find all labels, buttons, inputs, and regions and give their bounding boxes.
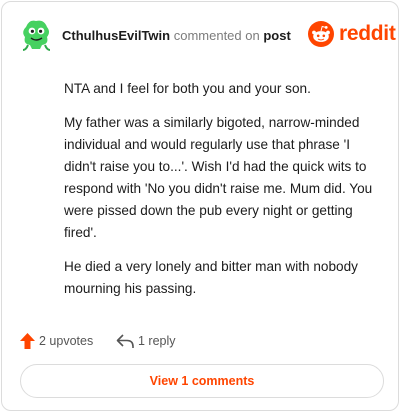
comment-footer: 2 upvotes 1 reply (20, 332, 380, 352)
view-comments-button[interactable]: View 1 comments (20, 364, 384, 398)
user-avatar-icon[interactable] (20, 18, 52, 52)
post-link[interactable]: post (263, 28, 290, 43)
reddit-logo[interactable]: reddit (308, 21, 396, 47)
comment-paragraph: He died a very lonely and bitter man wit… (64, 259, 358, 296)
upvote-count: 2 upvotes (39, 334, 94, 348)
reply-arrow-icon (116, 334, 134, 349)
reddit-wordmark: reddit (339, 22, 396, 45)
action-text: commented on (173, 28, 260, 43)
username-link[interactable]: CthulhusEvilTwin (62, 28, 170, 43)
upvote-arrow-icon (20, 333, 35, 349)
comment-meta: CthulhusEvilTwin commented on post (62, 28, 291, 43)
comment-header: CthulhusEvilTwin commented on post reddi… (20, 18, 396, 52)
comment-paragraph: NTA and I feel for both you and your son… (64, 81, 311, 96)
comment-body: NTA and I feel for both you and your son… (64, 78, 382, 312)
reply-count: 1 reply (138, 334, 176, 348)
reddit-snoo-icon (308, 21, 334, 47)
comment-paragraph: My father was a similarly bigoted, narro… (64, 115, 373, 240)
comment-card: CthulhusEvilTwin commented on post reddi… (1, 1, 399, 411)
